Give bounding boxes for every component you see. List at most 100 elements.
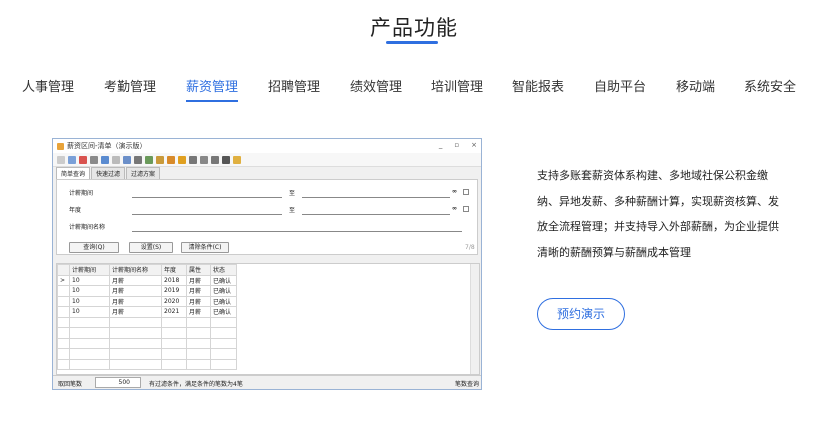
- export-icon: [145, 155, 153, 164]
- row-indicator: [57, 285, 70, 297]
- import-icon: [156, 155, 164, 164]
- cell: 月薪: [186, 295, 211, 307]
- window-tabstrip: 简单查询 快速过滤 过滤方案: [53, 167, 481, 179]
- window-title: 薪资区间-清单（演示版）: [67, 142, 147, 150]
- year-to-label: 至: [289, 207, 296, 214]
- tab-simple-query: 简单查询: [56, 167, 91, 179]
- cell: 已确认: [210, 285, 237, 297]
- tab-reports[interactable]: 智能报表: [512, 76, 564, 95]
- mail-icon: [200, 155, 208, 164]
- query-button: 查询(Q): [69, 242, 119, 253]
- cell: 月薪: [109, 306, 162, 318]
- period-name-label: 计薪期间名称: [69, 224, 106, 231]
- calc-icon: [222, 155, 230, 164]
- cell: 10: [69, 295, 110, 307]
- tab-attendance[interactable]: 考勤管理: [104, 76, 156, 95]
- active-tab-underline: [186, 100, 238, 102]
- tab-hr[interactable]: 人事管理: [22, 76, 74, 95]
- table-header: 计薪期间 计薪期间名称 年度 属性 状态: [57, 264, 237, 276]
- period-label: 计薪期间: [69, 190, 94, 197]
- copy-icon: [90, 155, 98, 164]
- tab-filter-scheme: 过滤方案: [126, 167, 161, 179]
- period-to-label: 至: [289, 190, 296, 197]
- table-row-empty: [57, 337, 237, 349]
- window-controls: _ ▫ ×: [439, 141, 477, 149]
- tab-training[interactable]: 培训管理: [431, 76, 483, 95]
- column-header: 属性: [186, 264, 211, 276]
- title-underline: [386, 41, 438, 44]
- year-from-field: [132, 214, 282, 215]
- cell: 2019: [161, 285, 187, 297]
- book-demo-button[interactable]: 预约演示: [537, 298, 625, 330]
- year-checkbox: [463, 206, 469, 212]
- status-message: 有过滤条件，满足条件的笔数为4笔: [149, 381, 243, 388]
- new-icon: [57, 155, 65, 164]
- table-row: 10 月薪 2019 月薪 已确认: [57, 285, 237, 297]
- cell: 月薪: [109, 285, 162, 297]
- delete-icon: [79, 155, 87, 164]
- cell: 2020: [161, 295, 187, 307]
- table-row: 10 月薪 2020 月薪 已确认: [57, 295, 237, 307]
- row-indicator: [57, 295, 70, 307]
- grid-icon: [123, 155, 131, 164]
- tab-mobile[interactable]: 移动端: [676, 76, 715, 95]
- save-icon: [101, 155, 109, 164]
- cell: 2018: [161, 274, 187, 286]
- salary-period-table: 计薪期间 计薪期间名称 年度 属性 状态 > 10 月薪 2018 月薪 已确认…: [57, 264, 237, 370]
- tab-quick-filter: 快速过滤: [91, 167, 126, 179]
- row-indicator: [57, 306, 70, 318]
- minimize-icon: _: [438, 141, 443, 149]
- table-row: > 10 月薪 2018 月薪 已确认: [57, 274, 237, 286]
- page-title: 产品功能: [370, 16, 458, 40]
- sync-icon: [167, 155, 175, 164]
- refresh-icon: [112, 155, 120, 164]
- table-row-empty: [57, 316, 237, 328]
- column-header: 计薪期间: [69, 264, 110, 276]
- page-hint: 7/8: [465, 244, 475, 251]
- close-icon: ×: [471, 141, 477, 149]
- settings-button: 设置(S): [129, 242, 173, 253]
- period-to-field: [302, 197, 450, 198]
- cell: 月薪: [186, 285, 211, 297]
- table-row-empty: [57, 358, 237, 370]
- cell: 月薪: [186, 306, 211, 318]
- tab-security[interactable]: 系统安全: [744, 76, 796, 95]
- grid-scrollbar: [470, 264, 479, 374]
- tab-self-service[interactable]: 自助平台: [594, 76, 646, 95]
- column-header: 年度: [161, 264, 187, 276]
- window-titlebar: 薪资区间-清单（演示版） _ ▫ ×: [53, 139, 481, 153]
- cell: 10: [69, 274, 110, 286]
- print-icon: [134, 155, 142, 164]
- cell: 10: [69, 285, 110, 297]
- clear-button: 清除条件(C): [181, 242, 229, 253]
- row-indicator-header: [57, 264, 70, 276]
- layout-icon: [189, 155, 197, 164]
- product-screenshot: 薪资区间-清单（演示版） _ ▫ × 简单查询 快速过滤 过滤方案 计薪期间 至: [52, 138, 482, 390]
- maximize-icon: ▫: [454, 141, 460, 149]
- fetch-count-input: 500: [95, 377, 141, 388]
- window-toolbar: [53, 153, 481, 167]
- filter-icon: [178, 155, 186, 164]
- cell: 已确认: [210, 274, 237, 286]
- column-header: 计薪期间名称: [109, 264, 162, 276]
- folder-icon: [233, 155, 241, 164]
- tab-performance[interactable]: 绩效管理: [350, 76, 402, 95]
- feature-description: 支持多账套薪资体系构建、多地域社保公积金缴纳、异地发薪、多种薪酬计算，实现薪资核…: [537, 169, 779, 259]
- cell: 已确认: [210, 306, 237, 318]
- fetch-count-label: 取回笔数: [58, 381, 83, 388]
- table-row: 10 月薪 2021 月薪 已确认: [57, 306, 237, 318]
- data-grid: 计薪期间 计薪期间名称 年度 属性 状态 > 10 月薪 2018 月薪 已确认…: [56, 263, 480, 375]
- tab-salary[interactable]: 薪资管理: [186, 76, 238, 95]
- cell: 月薪: [109, 274, 162, 286]
- edit-icon: [68, 155, 76, 164]
- feature-tabs: 人事管理 考勤管理 薪资管理 招聘管理 绩效管理 培训管理 智能报表 自助平台 …: [0, 76, 828, 102]
- tab-recruitment[interactable]: 招聘管理: [268, 76, 320, 95]
- lookup-icon: ∞: [452, 188, 457, 195]
- cell: 月薪: [109, 295, 162, 307]
- table-row-empty: [57, 327, 237, 339]
- period-checkbox: [463, 189, 469, 195]
- window-statusbar: 取回笔数 500 有过滤条件，满足条件的笔数为4笔 笔数查询: [53, 375, 481, 389]
- row-indicator: >: [57, 274, 70, 286]
- table-row-empty: [57, 348, 237, 360]
- lookup-icon: ∞: [452, 205, 457, 212]
